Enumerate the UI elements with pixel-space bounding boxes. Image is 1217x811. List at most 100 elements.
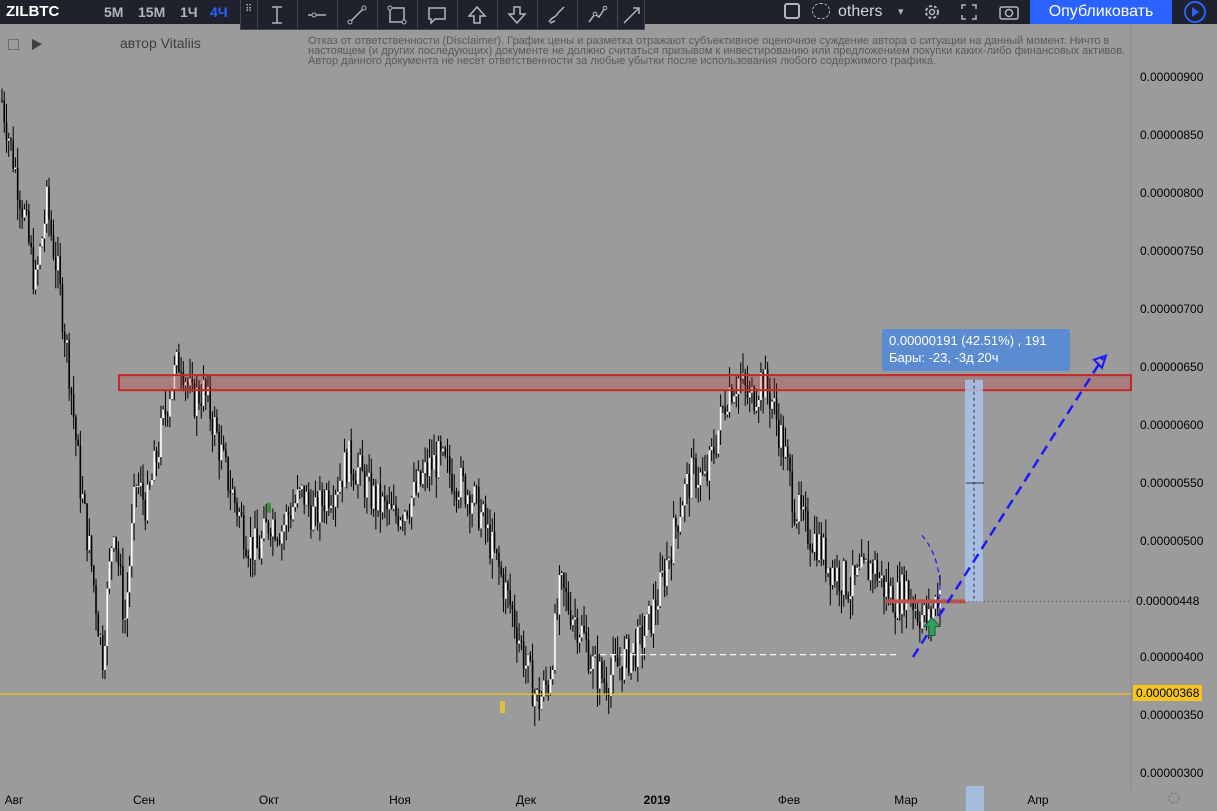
candle-body <box>234 489 236 503</box>
timeframe-1h[interactable]: 1Ч <box>180 0 198 24</box>
candle-body <box>594 654 597 657</box>
candle-body <box>61 283 64 332</box>
candle-body <box>84 494 86 504</box>
candle-body <box>625 638 628 650</box>
candle-body <box>804 506 807 512</box>
x-tick-label: Дек <box>516 793 537 807</box>
candle-body <box>39 246 41 265</box>
candle-body <box>195 387 198 416</box>
candle-body <box>460 467 462 498</box>
candle-body <box>632 642 635 653</box>
candle-body <box>211 419 214 435</box>
candle-body <box>370 472 373 509</box>
candle-body <box>502 574 505 599</box>
candle-body <box>222 444 225 450</box>
candle-body <box>681 505 684 517</box>
candle-body <box>558 575 561 615</box>
compare-label[interactable]: others <box>838 0 882 24</box>
candle-body <box>148 484 151 486</box>
candle-body <box>636 626 639 667</box>
candle-body <box>1 100 3 102</box>
candle-body <box>889 586 892 598</box>
candle-body <box>867 559 870 581</box>
candle-body <box>285 511 288 525</box>
candle-body <box>113 537 115 549</box>
timeframe-4h[interactable]: 4Ч <box>210 0 228 24</box>
candle-body <box>914 609 917 611</box>
candle-body <box>531 660 534 707</box>
candle-body <box>493 531 496 550</box>
play-icon[interactable] <box>1180 0 1210 24</box>
candle-body <box>842 561 845 595</box>
chevron-down-icon[interactable]: ▾ <box>898 0 904 24</box>
candle-body <box>869 563 872 581</box>
timeframe-5m[interactable]: 5M <box>104 0 123 24</box>
candle-body <box>576 617 579 643</box>
fullscreen-icon[interactable] <box>960 3 978 21</box>
candle-body <box>854 565 856 576</box>
candle-body <box>690 457 693 498</box>
brush-icon <box>548 6 565 24</box>
candle-body <box>95 585 97 615</box>
candle-body <box>836 567 838 582</box>
arrow-down-icon <box>507 6 527 25</box>
candle-body <box>377 484 379 511</box>
candle-body <box>648 605 650 615</box>
candle-body <box>19 199 21 209</box>
candle-body <box>296 489 299 504</box>
candle-body <box>469 495 471 514</box>
drag-handle-icon[interactable]: ⠿ <box>245 5 252 21</box>
timeframe-15m[interactable]: 15M <box>138 0 165 24</box>
candle-body <box>431 457 433 470</box>
candle-body <box>863 556 865 561</box>
candle-body <box>847 595 850 600</box>
candle-body <box>303 485 306 505</box>
candle-body <box>516 627 518 644</box>
candle-body <box>57 256 59 271</box>
candle-body <box>811 549 814 552</box>
candle-body <box>522 640 525 669</box>
candle-body <box>50 219 53 236</box>
candle-body <box>683 483 686 506</box>
y-tick-label: 0.00000650 <box>1140 360 1204 374</box>
fullscreen-checkbox-icon[interactable] <box>784 3 800 19</box>
candle-body <box>464 475 467 505</box>
candle-body <box>654 599 657 610</box>
candle-body <box>200 403 203 406</box>
candle-body <box>708 450 711 481</box>
candle-body <box>509 590 511 605</box>
y-tick-label: 0.00000600 <box>1140 418 1204 432</box>
price-chart[interactable]: 0.00000900 0.00000850 0.00000800 0.00000750… <box>0 24 1217 811</box>
candle-body <box>619 666 621 668</box>
candle-body <box>359 454 361 468</box>
candle-body <box>37 264 39 270</box>
candle-body <box>451 473 453 492</box>
candle-body <box>106 588 109 647</box>
candle-body <box>384 496 386 502</box>
camera-icon[interactable] <box>998 3 1020 21</box>
time-axis: Авг Сен Окт Ноя Дек 2019 Фев Мар Апр <box>5 786 1049 811</box>
candle-body <box>529 654 532 661</box>
candle-body <box>471 502 473 514</box>
candle-body <box>849 596 852 600</box>
candle-body <box>328 490 330 509</box>
candle-body <box>845 561 847 596</box>
candle-body <box>133 487 135 524</box>
candle-body <box>892 586 894 613</box>
candle-body <box>643 635 646 648</box>
symbol-label[interactable]: ZILBTC <box>6 0 59 24</box>
candle-body <box>919 621 921 629</box>
candle-body <box>216 417 218 432</box>
path-icon <box>588 5 608 23</box>
candle-body <box>733 396 735 403</box>
candle-body <box>68 340 70 389</box>
candle-body <box>719 406 722 431</box>
gear-icon[interactable] <box>922 2 942 22</box>
axis-settings-icon[interactable] <box>1165 789 1183 807</box>
candle-body <box>851 565 854 597</box>
candle-body <box>612 654 614 675</box>
candle-body <box>641 625 644 648</box>
publish-button[interactable]: Опубликовать <box>1030 0 1172 24</box>
candle-body <box>43 223 46 239</box>
candle-body <box>775 398 778 420</box>
